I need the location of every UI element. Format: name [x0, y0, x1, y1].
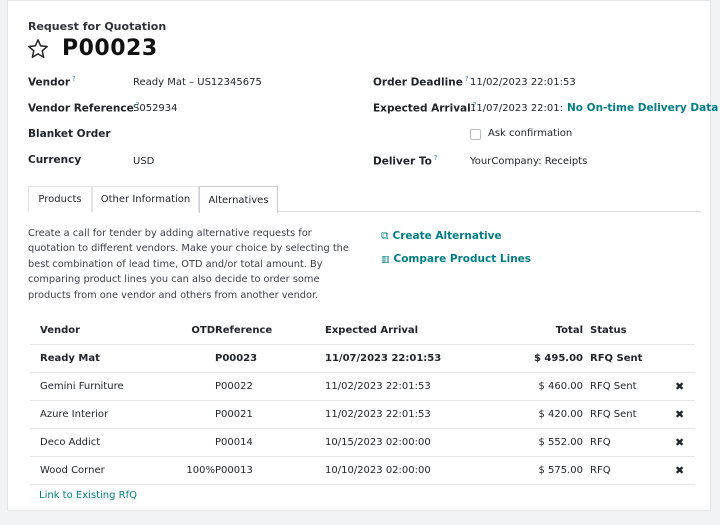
order-deadline-label: Order Deadline?	[373, 75, 469, 89]
blanket-order-label: Blanket Order	[28, 128, 111, 140]
currency-label: Currency	[28, 154, 82, 166]
column-reference[interactable]: Reference	[215, 325, 272, 336]
row-status: RFQ Sent	[590, 381, 637, 392]
row-total: $ 495.00	[533, 353, 583, 364]
column-total[interactable]: Total	[556, 325, 583, 336]
vendor-label: Vendor?	[28, 75, 76, 89]
row-otd: 100%	[186, 465, 215, 476]
row-reference: P00022	[215, 381, 253, 392]
row-status: RFQ Sent	[590, 353, 643, 364]
row-total: $ 552.00	[538, 437, 583, 448]
row-reference: P00013	[215, 465, 253, 476]
vendor-field[interactable]: Ready Mat – US12345675	[133, 77, 262, 88]
row-vendor: Azure Interior	[40, 409, 109, 420]
row-reference: P00023	[215, 353, 258, 364]
row-vendor: Deco Addict	[40, 437, 101, 448]
expected-arrival-field[interactable]: 11/07/2023 22:01:5	[470, 103, 563, 114]
column-expected-arrival[interactable]: Expected Arrival	[325, 325, 418, 336]
row-status: RFQ Sent	[590, 409, 637, 420]
currency-field[interactable]: USD	[133, 156, 154, 167]
row-total: $ 460.00	[538, 381, 583, 392]
help-icon[interactable]: ?	[72, 75, 76, 83]
create-alternative-label: Create Alternative	[392, 230, 502, 242]
ask-confirmation-label: Ask confirmation	[488, 128, 573, 139]
help-icon[interactable]: ?	[465, 75, 469, 83]
row-expected-arrival: 11/02/2023 22:01:53	[325, 409, 431, 420]
help-icon[interactable]: ?	[434, 154, 438, 162]
deliver-to-field[interactable]: YourCompany: Receipts	[470, 156, 587, 167]
link-existing-rfq-button[interactable]: Link to Existing RfQ	[39, 490, 137, 501]
vendor-reference-field[interactable]: S052934	[133, 103, 178, 114]
row-expected-arrival: 11/02/2023 22:01:53	[325, 381, 431, 392]
tab-products[interactable]: Products	[28, 186, 92, 212]
table-row[interactable]: Wood Corner 100% P00013 10/10/2023 02:00…	[30, 456, 695, 485]
row-expected-arrival: 10/15/2023 02:00:00	[325, 437, 431, 448]
row-vendor: Gemini Furniture	[40, 381, 124, 392]
deliver-to-label: Deliver To?	[373, 154, 438, 168]
row-total: $ 575.00	[538, 465, 583, 476]
expected-arrival-label: Expected Arrival?	[373, 101, 477, 115]
star-icon[interactable]	[27, 38, 49, 60]
bar-chart-icon: ▥	[381, 255, 390, 265]
row-vendor: Wood Corner	[40, 465, 105, 476]
ask-confirmation-checkbox[interactable]	[470, 129, 481, 140]
on-time-delivery-info: No On-time Delivery Data	[567, 102, 719, 114]
create-alternative-button[interactable]: ⧉ Create Alternative	[381, 230, 502, 243]
tab-other-information[interactable]: Other Information	[92, 186, 199, 212]
record-title: P00023	[62, 36, 158, 61]
row-total: $ 420.00	[538, 409, 583, 420]
table-row[interactable]: Deco Addict P00014 10/15/2023 02:00:00 $…	[30, 428, 695, 457]
alternatives-description: Create a call for tender by adding alter…	[28, 228, 349, 301]
row-expected-arrival: 11/07/2023 22:01:53	[325, 353, 442, 364]
compare-product-lines-label: Compare Product Lines	[393, 253, 532, 265]
copy-plus-icon: ⧉	[381, 230, 389, 242]
column-vendor[interactable]: Vendor	[40, 325, 80, 336]
table-row[interactable]: Ready Mat P00023 11/07/2023 22:01:53 $ 4…	[30, 344, 695, 373]
tab-alternatives[interactable]: Alternatives	[199, 186, 278, 213]
row-reference: P00014	[215, 437, 253, 448]
table-row[interactable]: Azure Interior P00021 11/02/2023 22:01:5…	[30, 400, 695, 429]
order-deadline-field[interactable]: 11/02/2023 22:01:53	[470, 77, 576, 88]
row-reference: P00021	[215, 409, 253, 420]
table-header: Vendor OTD Reference Expected Arrival To…	[30, 316, 695, 345]
row-vendor: Ready Mat	[40, 353, 100, 364]
form-sheet: Request for Quotation P00023 Vendor? Rea…	[7, 0, 718, 511]
row-status: RFQ	[590, 465, 611, 476]
row-expected-arrival: 10/10/2023 02:00:00	[325, 465, 431, 476]
close-icon[interactable]: ✖	[675, 380, 684, 393]
vendor-reference-label: Vendor Reference?	[28, 101, 140, 115]
row-status: RFQ	[590, 437, 611, 448]
column-otd[interactable]: OTD	[191, 325, 215, 336]
column-status[interactable]: Status	[590, 325, 627, 336]
record-type-label: Request for Quotation	[28, 20, 167, 33]
close-icon[interactable]: ✖	[675, 464, 684, 477]
close-icon[interactable]: ✖	[675, 436, 684, 449]
compare-product-lines-button[interactable]: ▥ Compare Product Lines	[381, 253, 531, 265]
close-icon[interactable]: ✖	[675, 408, 684, 421]
table-row[interactable]: Gemini Furniture P00022 11/02/2023 22:01…	[30, 372, 695, 401]
